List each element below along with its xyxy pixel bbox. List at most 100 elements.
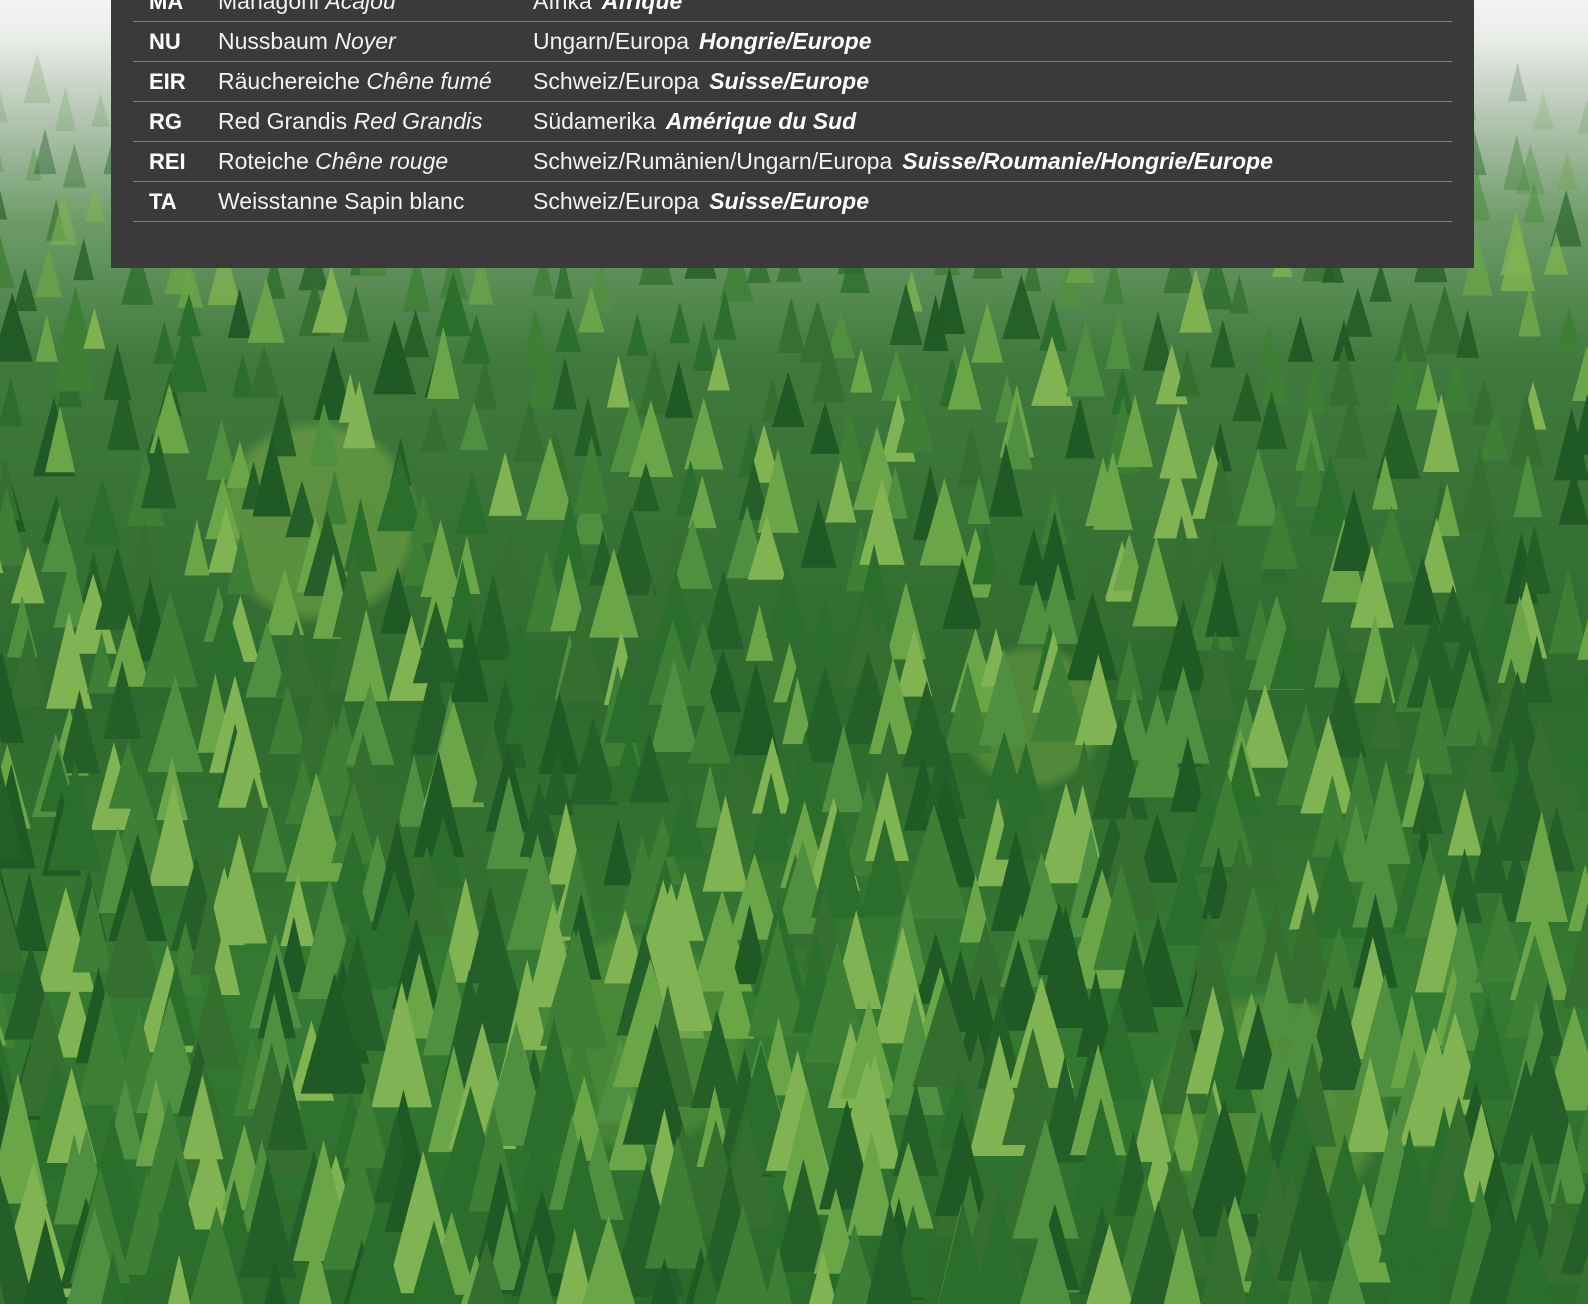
table-row: EIR Räuchereiche Chêne fumé Schweiz/Euro…: [133, 62, 1452, 102]
tree-shape: [1369, 263, 1392, 302]
tree-shape: [83, 307, 106, 349]
origin-de: Afrika: [533, 0, 592, 14]
species-name-de: Nussbaum: [218, 28, 328, 54]
tree-shape: [933, 266, 966, 335]
tree-shape: [231, 352, 254, 398]
species-name-de: Räuchereiche: [218, 68, 360, 94]
tree-shape: [664, 360, 694, 418]
species-name: Weisstanne Sapin blanc: [218, 188, 464, 215]
tree-shape: [606, 355, 631, 408]
tree-shape: [401, 309, 430, 358]
tree-shape: [62, 143, 87, 188]
tree-shape: [692, 321, 716, 371]
species-name: Red Grandis Red Grandis: [218, 108, 483, 135]
tree-shape: [1458, 448, 1501, 534]
tree-shape: [0, 189, 8, 220]
tree-shape: [1159, 405, 1198, 479]
species-name-de: Roteiche: [218, 148, 309, 174]
species-name-fr: Chêne rouge: [315, 148, 449, 174]
species-name: Nussbaum Noyer: [218, 28, 396, 55]
tree-shape: [149, 383, 190, 454]
origin-de: Schweiz/Rumänien/Ungarn/Europa: [533, 148, 893, 174]
species-origin: Schweiz/Europa Suisse/Europe: [533, 188, 869, 215]
tree-shape: [971, 301, 1004, 363]
tree-shape: [1415, 362, 1441, 410]
species-code: RG: [149, 108, 182, 134]
tree-shape: [512, 399, 547, 463]
tree-shape: [492, 528, 527, 599]
species-code: MA: [149, 0, 184, 14]
table-row: RG Red Grandis Red Grandis Südamerika Amé…: [133, 102, 1452, 142]
tree-shape: [1115, 639, 1144, 701]
tree-shape: [1548, 568, 1588, 654]
tree-shape: [426, 326, 460, 399]
species-name-fr: Chêne fumé: [366, 68, 492, 94]
wood-species-panel: MA Mahagoni Acajou Afrika Afrique NU Nuss…: [111, 0, 1474, 268]
species-name: Mahagoni Acajou: [218, 0, 396, 15]
tree-shape: [153, 321, 176, 365]
tree-shape: [1518, 286, 1542, 337]
species-name-fr: Red Grandis: [353, 108, 483, 134]
tree-shape: [1532, 92, 1555, 130]
tree-shape: [1566, 679, 1588, 773]
tree-shape: [1456, 309, 1479, 358]
tree-shape: [35, 314, 58, 362]
species-origin: Südamerika Amérique du Sud: [533, 108, 856, 135]
species-name: Räuchereiche Chêne fumé: [218, 68, 492, 95]
tree-shape: [472, 357, 498, 410]
tree-shape: [184, 519, 210, 576]
tree-shape: [1236, 448, 1280, 526]
tree-shape: [1556, 152, 1578, 190]
tree-shape: [147, 676, 204, 773]
wood-species-table: MA Mahagoni Acajou Afrika Afrique NU Nuss…: [133, 0, 1452, 222]
tree-shape: [1210, 319, 1236, 368]
tree-shape: [0, 377, 23, 427]
tree-shape: [1328, 344, 1360, 406]
origin-fr: Suisse/Roumanie/Hongrie/Europe: [902, 148, 1273, 174]
species-code: REI: [149, 148, 186, 174]
origin-fr: Hongrie/Europe: [699, 28, 872, 54]
tree-shape: [1065, 396, 1095, 459]
tree-shape: [626, 312, 648, 356]
tree-shape: [1246, 818, 1280, 889]
tree-shape: [248, 345, 280, 398]
tree-shape: [54, 85, 76, 132]
tree-shape: [455, 472, 490, 535]
tree-shape: [1578, 98, 1588, 134]
tree-shape: [34, 249, 63, 298]
species-name-de: Mahagoni: [218, 0, 320, 14]
tree-shape: [343, 497, 378, 572]
tree-shape: [131, 522, 158, 580]
species-origin: Afrika Afrique: [533, 0, 682, 15]
tree-shape: [341, 285, 370, 342]
tree-shape: [1232, 371, 1262, 422]
species-code: NU: [149, 28, 181, 54]
tree-shape: [265, 568, 305, 636]
tree-shape: [603, 819, 634, 886]
table-row: NU Nussbaum Noyer Ungarn/Europa Hongrie/E…: [133, 22, 1452, 62]
species-name-de: Red Grandis: [218, 108, 348, 134]
species-name-fr: Acajou: [325, 0, 396, 14]
tree-shape: [832, 408, 867, 481]
tree-shape: [638, 350, 671, 416]
tree-shape: [574, 395, 602, 456]
species-origin: Schweiz/Europa Suisse/Europe: [533, 68, 869, 95]
origin-de: Schweiz/Europa: [533, 68, 700, 94]
tree-shape: [810, 401, 840, 454]
tree-shape: [12, 267, 38, 312]
tree-shape: [552, 356, 578, 410]
origin-fr: Suisse/Europe: [709, 68, 869, 94]
origin-fr: Afrique: [601, 0, 683, 14]
tree-shape: [1105, 313, 1132, 370]
species-origin: Ungarn/Europa Hongrie/Europe: [533, 28, 872, 55]
tree-shape: [1557, 307, 1581, 349]
species-code: TA: [149, 188, 177, 214]
tree-shape: [957, 424, 986, 487]
species-name-de: Weisstanne Sapin blanc: [218, 188, 465, 214]
tree-shape: [1229, 274, 1250, 314]
tree-shape: [1425, 285, 1465, 355]
tree-shape: [0, 155, 4, 172]
tree-shape: [555, 307, 582, 353]
tree-shape: [0, 90, 8, 123]
tree-shape: [91, 92, 110, 127]
